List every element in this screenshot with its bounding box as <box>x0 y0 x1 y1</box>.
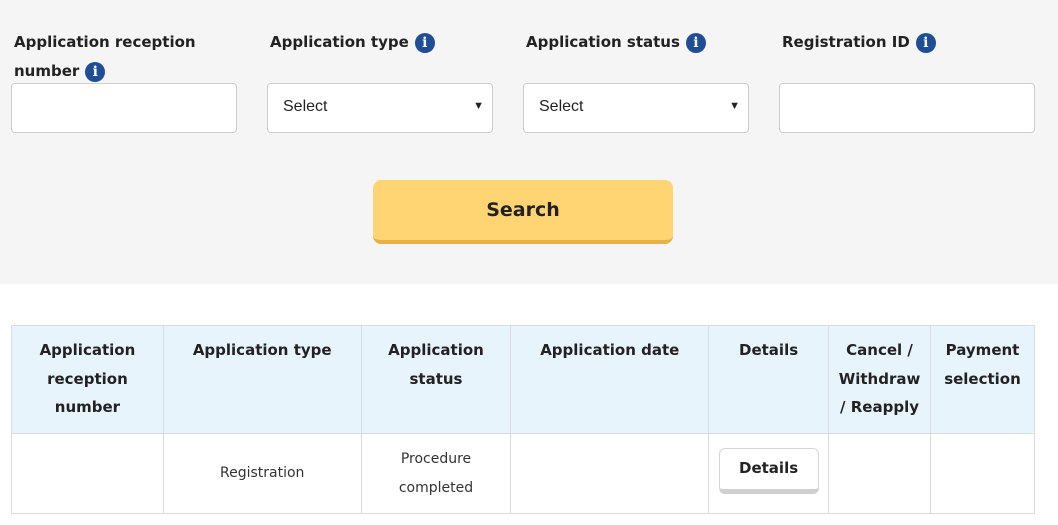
col-header-details: Details <box>708 325 830 434</box>
registration-id-field: Registration ID i <box>779 0 1036 135</box>
registration-id-input[interactable] <box>779 83 1035 133</box>
search-button[interactable]: Search <box>373 180 673 244</box>
reception-number-input[interactable] <box>11 83 237 133</box>
dropdown-caret-icon: ▼ <box>729 100 740 112</box>
info-icon[interactable]: i <box>85 61 106 82</box>
registration-id-label: Registration ID i <box>782 28 936 57</box>
table-header-row: Application reception number Application t… <box>11 325 1035 434</box>
application-type-selected: Select <box>283 98 328 115</box>
search-panel: Application reception number i Applicatio… <box>0 0 1058 284</box>
details-button[interactable]: Details <box>718 447 819 494</box>
cell-cancel <box>828 433 931 514</box>
table-row: Registration Procedure completed Details <box>11 433 1035 514</box>
info-icon[interactable]: i <box>685 32 706 53</box>
application-type-select[interactable]: Select ▼ <box>267 83 493 133</box>
col-header-application-status: Application status <box>360 325 512 434</box>
application-status-selected: Select <box>539 98 584 115</box>
cell-payment <box>930 433 1035 514</box>
application-status-select[interactable]: Select ▼ <box>523 83 749 133</box>
application-type-field: Application type i Select ▼ <box>267 0 494 135</box>
application-type-label: Application type i <box>270 28 435 57</box>
col-header-reception-number: Application reception number <box>11 325 164 434</box>
info-icon[interactable]: i <box>414 32 435 53</box>
reception-number-field: Application reception number i <box>11 0 238 135</box>
cell-application-status: Procedure completed <box>360 433 512 514</box>
col-header-cancel: Cancel / Withdraw / Reapply <box>828 325 931 434</box>
reception-number-label: Application reception number i <box>14 33 196 82</box>
cell-details: Details <box>708 433 830 514</box>
cell-application-type: Registration <box>162 433 362 514</box>
results-table: Application reception number Application t… <box>11 325 1035 514</box>
application-status-label: Application status i <box>526 28 706 57</box>
cell-application-date <box>510 433 710 514</box>
col-header-application-date: Application date <box>510 325 710 434</box>
application-status-field: Application status i Select ▼ <box>523 0 750 135</box>
cell-reception-number <box>11 433 164 514</box>
col-header-payment: Payment selection <box>930 325 1035 434</box>
dropdown-caret-icon: ▼ <box>473 100 484 112</box>
info-icon[interactable]: i <box>915 32 936 53</box>
col-header-application-type: Application type <box>162 325 362 434</box>
